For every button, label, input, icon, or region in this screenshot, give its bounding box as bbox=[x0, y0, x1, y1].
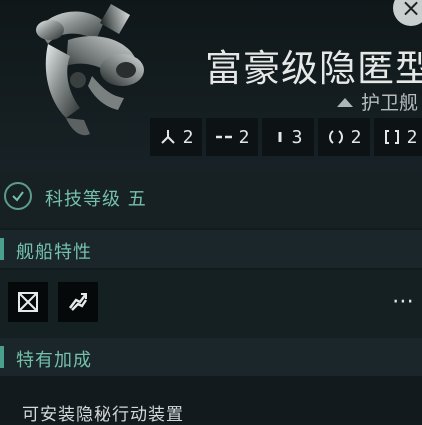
launcher-hardpoints[interactable]: 2 bbox=[206, 118, 258, 156]
ship-header: × 富豪级隐匿型 护卫舰 2 2 3 2 2 bbox=[0, 0, 422, 170]
role-bonus-title: 特有加成 bbox=[16, 350, 92, 371]
tech-level-label: 科技等级 五 bbox=[45, 189, 147, 210]
low-slot-count: 2 bbox=[406, 126, 418, 148]
trait-icons-row: ⋯ bbox=[0, 270, 422, 338]
ship-traits-title: 舰船特性 bbox=[16, 242, 92, 263]
ship-traits-header[interactable]: 舰船特性 bbox=[0, 230, 422, 268]
high-slot-icon bbox=[278, 132, 282, 142]
ship-class-label: 护卫舰 bbox=[361, 92, 419, 114]
role-bonus-header[interactable]: 特有加成 bbox=[0, 338, 422, 376]
check-icon bbox=[4, 182, 32, 210]
low-slots[interactable]: 2 bbox=[374, 118, 422, 156]
ship-image bbox=[36, 3, 144, 136]
turret-hardpoint-icon bbox=[160, 130, 175, 144]
close-button[interactable]: × bbox=[393, 0, 422, 26]
launcher-hardpoint-count: 2 bbox=[238, 126, 250, 148]
role-bonus-text: 可安装隐秘行动装置 bbox=[22, 405, 184, 425]
more-options-button[interactable]: ⋯ bbox=[392, 291, 415, 313]
cross-box-icon[interactable] bbox=[8, 282, 48, 322]
ship-name: 富豪级隐匿型 bbox=[205, 47, 422, 90]
hand-swipe-icon[interactable] bbox=[58, 282, 98, 322]
turret-hardpoints[interactable]: 2 bbox=[150, 118, 202, 156]
low-slot-icon bbox=[384, 130, 399, 144]
section-marker bbox=[0, 346, 4, 368]
tech-level-row: 科技等级 五 bbox=[0, 170, 422, 228]
mid-slots[interactable]: 2 bbox=[318, 118, 370, 156]
ship-class: 护卫舰 bbox=[337, 88, 418, 115]
mid-slot-count: 2 bbox=[350, 126, 362, 148]
turret-hardpoint-count: 2 bbox=[182, 126, 194, 148]
launcher-hardpoint-icon bbox=[215, 135, 232, 139]
mid-slot-icon bbox=[328, 130, 343, 144]
section-marker bbox=[0, 238, 4, 260]
frigate-class-icon bbox=[337, 98, 353, 107]
fitting-slots: 2 2 3 2 2 bbox=[150, 118, 422, 156]
role-bonus-body: 可安装隐秘行动装置 bbox=[0, 376, 422, 425]
high-slots[interactable]: 3 bbox=[262, 118, 314, 156]
high-slot-count: 3 bbox=[291, 126, 303, 148]
